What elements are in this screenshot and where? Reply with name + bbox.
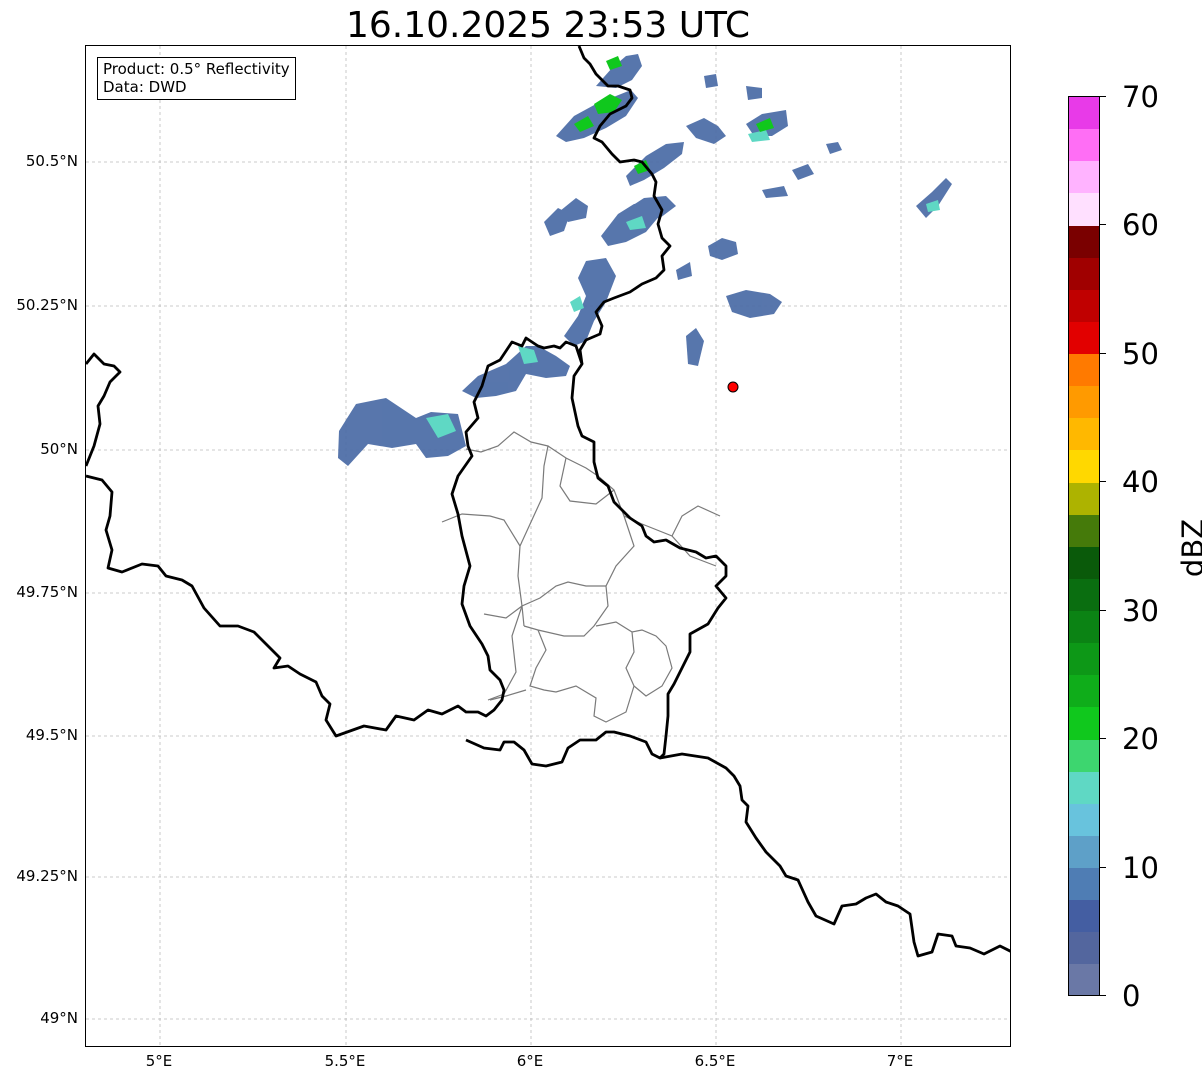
lon-label-6: 6°E [516, 1052, 544, 1070]
lon-label-5-5: 5.5°E [324, 1052, 366, 1070]
map-canvas [86, 46, 1010, 1046]
colorbar-segment [1069, 739, 1099, 772]
colorbar-segment [1069, 386, 1099, 419]
colorbar-title: dBZ [1176, 518, 1202, 578]
lat-label-50: 50°N [40, 440, 78, 458]
radar-map[interactable] [85, 45, 1011, 1047]
colorbar-segment [1069, 257, 1099, 290]
colorbar-segment [1069, 578, 1099, 611]
colorbar-tick [1100, 995, 1106, 996]
colorbar-label-30: 30 [1122, 594, 1159, 628]
colorbar-segment [1069, 354, 1099, 387]
lon-label-7: 7°E [886, 1052, 914, 1070]
colorbar-tick [1100, 353, 1106, 354]
colorbar-segment [1069, 707, 1099, 740]
colorbar-segment [1069, 225, 1099, 258]
colorbar-segment [1069, 193, 1099, 226]
colorbar-segment [1069, 835, 1099, 868]
colorbar-segment [1069, 418, 1099, 451]
colorbar-label-60: 60 [1122, 208, 1159, 242]
lat-label-50-5: 50.5°N [25, 152, 78, 170]
radar-site-marker [727, 381, 739, 393]
colorbar-label-20: 20 [1122, 722, 1159, 756]
colorbar-label-10: 10 [1122, 851, 1159, 885]
colorbar-tick [1100, 96, 1106, 97]
colorbar-segment [1069, 900, 1099, 933]
lon-label-6-5: 6.5°E [694, 1052, 736, 1070]
colorbar-segment [1069, 771, 1099, 804]
country-borders [86, 46, 1010, 958]
colorbar-segment [1069, 482, 1099, 515]
colorbar-segment [1069, 546, 1099, 579]
product-info-box: Product: 0.5° Reflectivity Data: DWD [97, 57, 296, 100]
colorbar-segment [1069, 514, 1099, 547]
colorbar-tick [1100, 224, 1106, 225]
colorbar-tick [1100, 738, 1106, 739]
colorbar-tick [1100, 481, 1106, 482]
colorbar-label-50: 50 [1122, 337, 1159, 371]
data-source-label: Data: DWD [103, 78, 187, 96]
colorbar-segment [1069, 803, 1099, 836]
lon-label-5: 5°E [145, 1052, 173, 1070]
colorbar-segment [1069, 450, 1099, 483]
lat-label-49-75: 49.75°N [16, 583, 78, 601]
colorbar-label-70: 70 [1122, 80, 1159, 114]
colorbar-segment [1069, 161, 1099, 194]
colorbar-segment [1069, 611, 1099, 644]
colorbar-segment [1069, 675, 1099, 708]
radar-echoes [338, 54, 952, 466]
colorbar-segment [1069, 289, 1099, 322]
lat-label-49-5: 49.5°N [25, 726, 78, 744]
colorbar-segment [1069, 321, 1099, 354]
colorbar-segment [1069, 868, 1099, 901]
colorbar-tick [1100, 610, 1106, 611]
colorbar-tick [1100, 867, 1106, 868]
lat-label-49: 49°N [40, 1009, 78, 1027]
colorbar-segment [1069, 932, 1099, 965]
colorbar-segment [1069, 97, 1099, 130]
lat-label-50-25: 50.25°N [16, 296, 78, 314]
colorbar-segment [1069, 964, 1099, 995]
colorbar [1068, 96, 1100, 996]
colorbar-label-0: 0 [1122, 979, 1141, 1013]
map-title: 16.10.2025 23:53 UTC [345, 5, 751, 46]
colorbar-segment [1069, 129, 1099, 162]
colorbar-label-40: 40 [1122, 465, 1159, 499]
lat-label-49-25: 49.25°N [16, 867, 78, 885]
product-label: Product: 0.5° Reflectivity [103, 60, 290, 78]
colorbar-segment [1069, 643, 1099, 676]
